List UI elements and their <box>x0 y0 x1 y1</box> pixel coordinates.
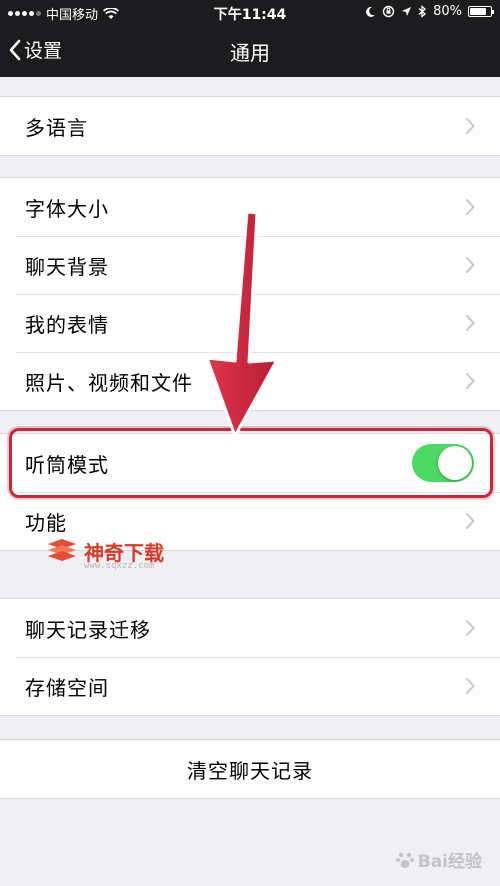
footer-watermark-text: Bai经验 <box>417 852 482 872</box>
row-label: 我的表情 <box>25 312 109 337</box>
status-bar: 中国移动 下午11:44 80% <box>0 0 500 24</box>
toggle-knob <box>438 446 472 480</box>
brand-logo-icon <box>48 538 76 561</box>
orientation-lock-icon <box>382 5 395 18</box>
battery-percent: 80% <box>433 4 462 19</box>
row-label: 功能 <box>25 510 67 535</box>
row-label: 存储空间 <box>25 675 109 700</box>
clear-label: 清空聊天记录 <box>187 758 313 783</box>
paw-icon <box>395 852 414 868</box>
chevron-right-icon <box>466 199 475 215</box>
bluetooth-icon <box>418 5 427 18</box>
annotation-arrow-icon <box>205 210 279 438</box>
location-icon <box>402 7 412 16</box>
row-label: 字体大小 <box>25 196 109 221</box>
watermark-url: www.sqxzz.com <box>84 561 155 571</box>
row-storage-space[interactable]: 存储空间 <box>0 657 500 715</box>
clear-chat-history-button[interactable]: 清空聊天记录 <box>0 740 500 798</box>
watermark-logo: 神奇下载 www.sqxzz.com <box>44 537 164 571</box>
chevron-right-icon <box>466 373 475 389</box>
nav-bar: 设置 通用 <box>0 24 500 77</box>
row-label: 听筒模式 <box>25 452 109 477</box>
chevron-right-icon <box>466 257 475 273</box>
storage-group: 聊天记录迁移 存储空间 <box>0 598 500 716</box>
moon-icon <box>366 6 376 17</box>
chevron-right-icon <box>466 513 475 529</box>
earpiece-group: 听筒模式 功能 <box>0 433 500 551</box>
language-group: 多语言 <box>0 96 500 156</box>
battery-icon <box>468 6 494 17</box>
chevron-right-icon <box>466 118 475 134</box>
row-language[interactable]: 多语言 <box>0 97 500 155</box>
row-chat-migration[interactable]: 聊天记录迁移 <box>0 599 500 657</box>
footer-watermark: Bai经验 <box>395 847 482 872</box>
page-title: 通用 <box>230 41 270 65</box>
row-label: 照片、视频和文件 <box>25 370 193 395</box>
row-label: 多语言 <box>25 115 88 140</box>
clear-group: 清空聊天记录 <box>0 739 500 799</box>
row-label: 聊天记录迁移 <box>25 617 151 642</box>
chevron-right-icon <box>466 620 475 636</box>
row-earpiece-mode: 听筒模式 <box>0 434 500 492</box>
status-right: 80% <box>364 4 494 19</box>
chevron-right-icon <box>466 678 475 694</box>
row-label: 聊天背景 <box>25 254 109 279</box>
earpiece-toggle[interactable] <box>412 444 474 482</box>
top-bar: 中国移动 下午11:44 80% 设置 通用 <box>0 0 500 77</box>
chevron-right-icon <box>466 315 475 331</box>
